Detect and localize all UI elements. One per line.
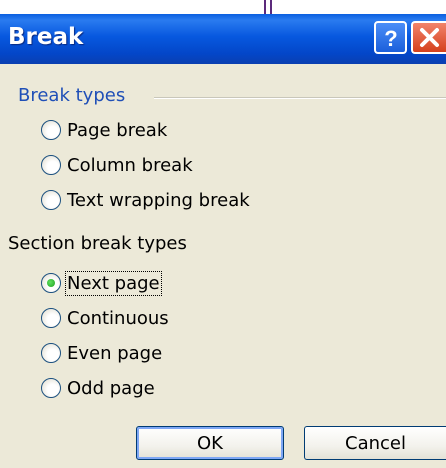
close-button[interactable] bbox=[411, 21, 446, 54]
radio-label-page-break: Page break bbox=[67, 119, 168, 141]
section-break-types-label: Section break types bbox=[8, 233, 187, 254]
radio-even-page[interactable]: Even page bbox=[41, 340, 162, 366]
title-bar[interactable]: Break ? bbox=[0, 14, 446, 64]
help-button[interactable]: ? bbox=[374, 21, 407, 54]
radio-button[interactable] bbox=[41, 343, 61, 363]
radio-button-selected[interactable] bbox=[41, 273, 61, 293]
close-icon bbox=[420, 28, 439, 47]
radio-text-wrapping-break[interactable]: Text wrapping break bbox=[41, 187, 250, 213]
group-divider bbox=[154, 97, 446, 99]
ok-button[interactable]: OK bbox=[136, 426, 284, 460]
radio-continuous[interactable]: Continuous bbox=[41, 305, 169, 331]
break-types-label: Break types bbox=[18, 85, 126, 106]
radio-label-column-break: Column break bbox=[67, 154, 193, 176]
radio-selected-dot bbox=[47, 279, 55, 287]
radio-button[interactable] bbox=[41, 120, 61, 140]
radio-odd-page[interactable]: Odd page bbox=[41, 375, 155, 401]
radio-next-page[interactable]: Next page bbox=[41, 270, 162, 296]
radio-button[interactable] bbox=[41, 155, 61, 175]
radio-label-even-page: Even page bbox=[67, 342, 163, 364]
radio-label-text-wrapping-break: Text wrapping break bbox=[67, 189, 250, 211]
svg-text:?: ? bbox=[384, 26, 397, 51]
cancel-button[interactable]: Cancel bbox=[304, 426, 446, 460]
dialog-title: Break bbox=[8, 24, 84, 50]
radio-column-break[interactable]: Column break bbox=[41, 152, 193, 178]
radio-button[interactable] bbox=[41, 378, 61, 398]
radio-label-next-page: Next page bbox=[65, 270, 162, 296]
radio-button[interactable] bbox=[41, 190, 61, 210]
radio-button[interactable] bbox=[41, 308, 61, 328]
radio-label-continuous: Continuous bbox=[67, 307, 169, 329]
help-icon: ? bbox=[384, 26, 397, 51]
radio-page-break[interactable]: Page break bbox=[41, 117, 167, 143]
break-dialog: Break ? Break types Page break Column br… bbox=[0, 14, 446, 468]
radio-label-odd-page: Odd page bbox=[67, 377, 155, 399]
